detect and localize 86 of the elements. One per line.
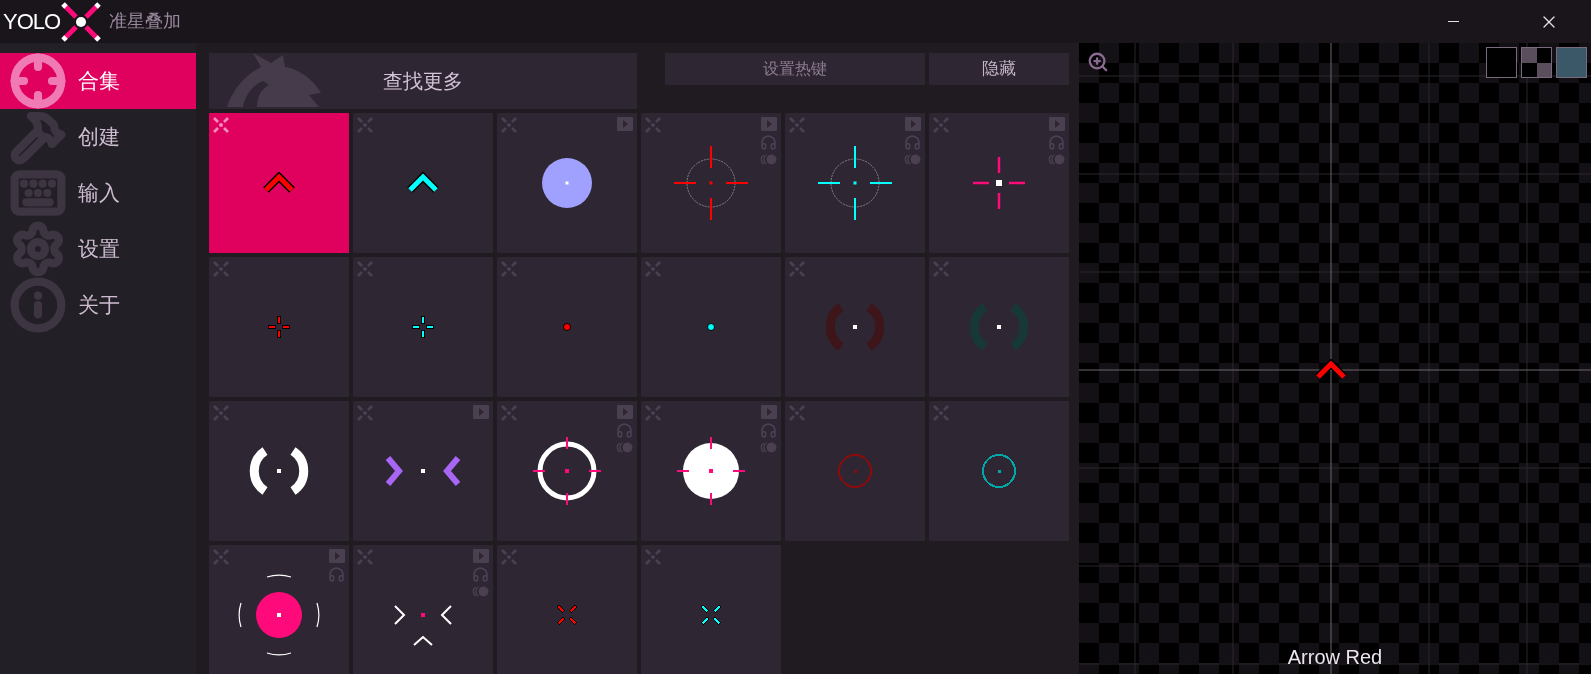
logo-text: YOLO — [3, 8, 61, 36]
crosshair-tile[interactable] — [353, 257, 493, 397]
crosshair-tile[interactable] — [785, 113, 925, 253]
toggle-icon[interactable] — [760, 442, 777, 453]
headphones-icon[interactable] — [760, 422, 777, 439]
toggle-icon[interactable] — [904, 154, 921, 165]
play-icon[interactable] — [1048, 117, 1065, 131]
headphones-icon[interactable] — [1048, 134, 1065, 151]
crosshair-tile[interactable] — [353, 113, 493, 253]
cross-marks-icon[interactable] — [357, 549, 373, 565]
crosshair-tile[interactable] — [209, 257, 349, 397]
headphones-icon[interactable] — [472, 566, 489, 583]
cross-marks-icon[interactable] — [645, 549, 661, 565]
play-icon[interactable] — [473, 405, 489, 419]
headphones-icon[interactable] — [904, 134, 921, 151]
crosshair-tile[interactable] — [209, 545, 349, 674]
logo-icon — [61, 1, 102, 42]
info-icon — [10, 277, 66, 333]
crosshair-tile[interactable] — [641, 401, 781, 541]
cross-marks-icon[interactable] — [357, 117, 373, 133]
crosshair-tile[interactable] — [497, 257, 637, 397]
minimize-icon — [1447, 21, 1459, 22]
crosshair-tile[interactable] — [209, 401, 349, 541]
find-more-button[interactable]: 查找更多 — [209, 53, 637, 109]
checker-background-swatch[interactable] — [1521, 47, 1552, 78]
cross-marks-icon[interactable] — [501, 405, 517, 421]
play-icon[interactable] — [904, 117, 921, 131]
cross-marks-icon[interactable] — [789, 261, 805, 277]
play-icon[interactable] — [472, 549, 489, 563]
crosshair-tile[interactable] — [497, 545, 637, 674]
crosshair-tile[interactable] — [497, 401, 637, 541]
zoom-in-icon[interactable] — [1087, 51, 1109, 73]
cross-marks-icon[interactable] — [213, 405, 229, 421]
crosshair-tile[interactable] — [497, 113, 637, 253]
sidebar-item[interactable]: 关于 — [0, 277, 196, 333]
play-icon[interactable] — [760, 117, 777, 131]
cross-marks-icon[interactable] — [501, 549, 517, 565]
hide-button[interactable]: 隐藏 — [929, 53, 1069, 85]
cross-marks-icon[interactable] — [645, 261, 661, 277]
cross-marks-icon[interactable] — [357, 405, 373, 421]
crosshair-tile[interactable] — [929, 401, 1069, 541]
headphones-icon[interactable] — [616, 422, 633, 439]
toggle-icon[interactable] — [760, 154, 777, 165]
play-icon[interactable] — [617, 117, 633, 131]
sidebar-item[interactable]: 设置 — [0, 221, 196, 277]
crosshair-icon — [10, 53, 66, 109]
cross-marks-icon[interactable] — [933, 405, 949, 421]
headphones-icon[interactable] — [328, 566, 345, 583]
cross-marks-icon[interactable] — [501, 261, 517, 277]
cross-marks-icon[interactable] — [789, 117, 805, 133]
hammer-icon — [10, 109, 66, 165]
cross-marks-icon[interactable] — [645, 405, 661, 421]
crosshair-tile[interactable] — [785, 401, 925, 541]
crosshair-tile[interactable] — [353, 401, 493, 541]
cross-marks-icon[interactable] — [933, 117, 949, 133]
toggle-icon[interactable] — [1048, 154, 1065, 165]
window-title: 准星叠加 — [109, 10, 182, 33]
sidebar-item[interactable]: 创建 — [0, 109, 196, 165]
crosshair-tile[interactable] — [929, 257, 1069, 397]
crosshair-tile[interactable] — [929, 113, 1069, 253]
cross-marks-icon[interactable] — [213, 117, 229, 133]
crosshair-tile[interactable] — [353, 545, 493, 674]
cross-marks-icon[interactable] — [213, 549, 229, 565]
cross-marks-icon[interactable] — [501, 117, 517, 133]
cross-marks-icon[interactable] — [789, 405, 805, 421]
crosshair-tile[interactable] — [641, 113, 781, 253]
play-icon[interactable] — [616, 405, 633, 419]
headphones-icon[interactable] — [760, 134, 777, 151]
sidebar-item[interactable]: 合集 — [0, 53, 196, 109]
crosshair-name: Arrow Red — [1287, 645, 1383, 670]
play-icon[interactable] — [328, 549, 345, 563]
cross-marks-icon[interactable] — [357, 261, 373, 277]
play-icon[interactable] — [760, 405, 777, 419]
crosshair-tile[interactable] — [209, 113, 349, 253]
cross-marks-icon[interactable] — [933, 261, 949, 277]
cross-marks-icon[interactable] — [645, 117, 661, 133]
sidebar-item[interactable]: 输入 — [0, 165, 196, 221]
plain-background-swatch[interactable] — [1486, 47, 1517, 78]
toggle-icon[interactable] — [616, 442, 633, 453]
crosshair-tile[interactable] — [641, 545, 781, 674]
cross-marks-icon[interactable] — [213, 261, 229, 277]
gear-icon — [10, 221, 66, 277]
toggle-icon[interactable] — [472, 586, 489, 597]
crosshair-tile[interactable] — [785, 257, 925, 397]
hotkey-button[interactable]: 设置热键 — [665, 53, 925, 85]
crosshair-tile[interactable] — [641, 257, 781, 397]
